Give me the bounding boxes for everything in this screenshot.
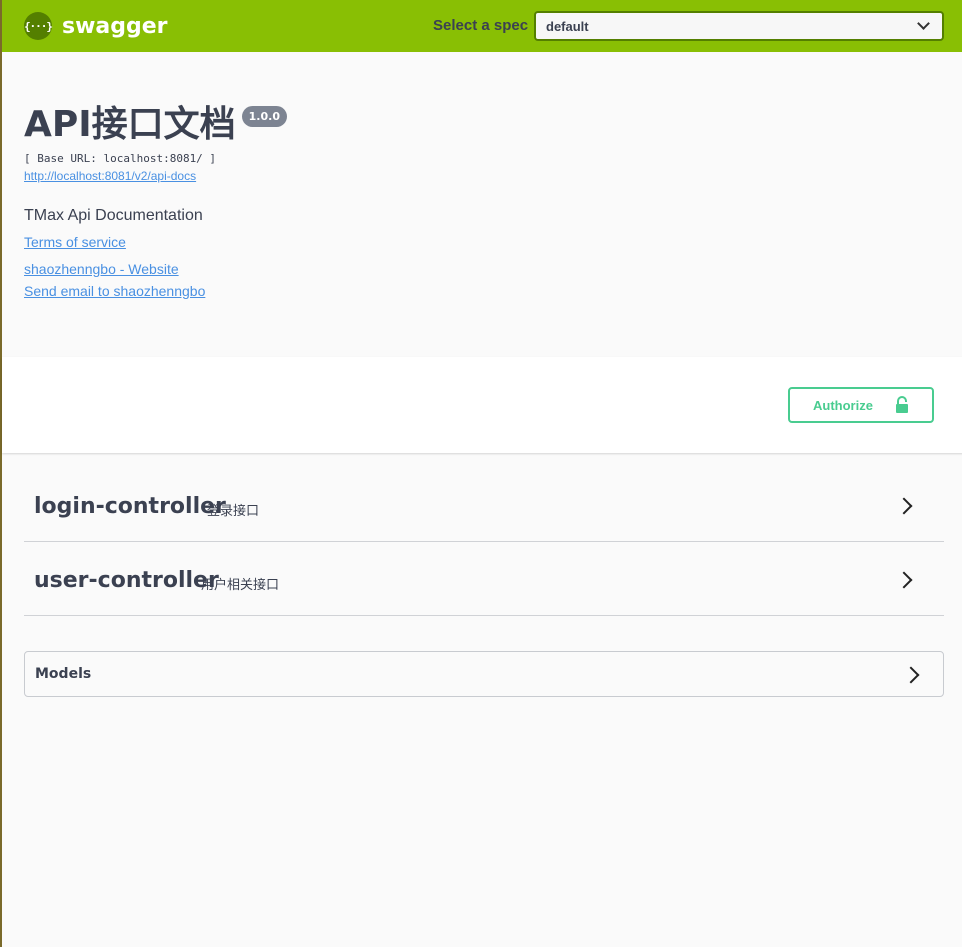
tag-user-controller[interactable]: user-controller 用户相关接口 <box>24 542 944 616</box>
models-section[interactable]: Models <box>24 651 944 697</box>
terms-of-service-link[interactable]: Terms of service <box>24 234 126 250</box>
tag-name: user-controller <box>34 568 219 593</box>
api-info: API接口文档 1.0.0 [ Base URL: localhost:8081… <box>24 100 924 301</box>
page-title: API接口文档 <box>24 104 236 145</box>
tag-description: 登录接口 <box>207 503 260 518</box>
version-badge: 1.0.0 <box>241 106 287 127</box>
tag-name: login-controller <box>34 494 226 519</box>
chevron-right-icon[interactable] <box>895 571 913 589</box>
api-description: TMax Api Documentation <box>24 207 203 224</box>
unlock-icon <box>896 396 908 413</box>
chevron-right-icon[interactable] <box>902 666 920 684</box>
auth-wrapper: Authorize <box>2 357 962 453</box>
tag-login-controller[interactable]: login-controller 登录接口 <box>24 478 944 542</box>
swagger-ui-page: {···} swagger Select a spec default API接… <box>0 0 962 947</box>
contact-website-link[interactable]: shaozhenngbo - Website <box>24 261 179 277</box>
models-title: Models <box>35 666 92 682</box>
swagger-logo-icon: {···} <box>24 12 53 40</box>
spec-select-value: default <box>546 19 589 34</box>
authorize-label: Authorize <box>813 397 873 413</box>
authorize-button[interactable]: Authorize <box>788 387 934 423</box>
spec-select[interactable]: default <box>534 11 944 41</box>
chevron-down-icon <box>917 17 930 30</box>
select-spec-label: Select a spec <box>433 17 529 34</box>
contact-email-link[interactable]: Send email to shaozhenngbo <box>24 283 205 299</box>
tag-description: 用户相关接口 <box>201 577 280 592</box>
chevron-right-icon[interactable] <box>895 497 913 515</box>
topbar: {···} swagger Select a spec default <box>2 0 962 52</box>
swagger-logo-text: swagger <box>62 13 168 39</box>
title-row: API接口文档 1.0.0 <box>24 100 924 150</box>
api-docs-link[interactable]: http://localhost:8081/v2/api-docs <box>24 169 196 183</box>
swagger-logo[interactable]: {···} swagger <box>24 12 168 40</box>
base-url: [ Base URL: localhost:8081/ ] <box>24 152 217 165</box>
